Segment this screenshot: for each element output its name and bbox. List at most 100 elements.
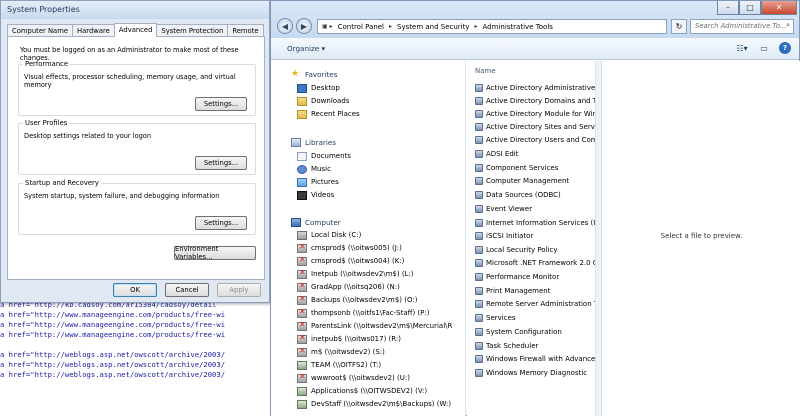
- list-item[interactable]: Windows Firewall with Advanced Security: [475, 353, 595, 364]
- nav-drive[interactable]: Inetpub (\\oitwsdev2\m$) (L:): [297, 268, 414, 280]
- user-profiles-settings-button[interactable]: Settings...: [195, 156, 247, 170]
- list-item[interactable]: System Configuration: [475, 326, 595, 337]
- column-header-name[interactable]: Name: [475, 67, 496, 75]
- nav-favorites[interactable]: ★ Favorites: [291, 68, 337, 80]
- disconnected-drive-icon: [297, 333, 307, 344]
- admin-tool-icon: [475, 109, 483, 118]
- nav-drive[interactable]: wwwroot$ (\\oitwsdev2) (U:): [297, 372, 410, 384]
- preview-pane-icon[interactable]: ▭: [757, 42, 771, 55]
- nav-music[interactable]: Music: [297, 163, 331, 175]
- recent-places-icon: [297, 109, 307, 119]
- admin-tool-icon: [475, 122, 483, 131]
- disconnected-drive-icon: [297, 346, 307, 357]
- nav-drive[interactable]: Backups (\\oitwsdev2\m$) (O:): [297, 294, 417, 306]
- documents-icon: [297, 151, 307, 161]
- nav-documents[interactable]: Documents: [297, 150, 351, 162]
- forward-arrow-icon[interactable]: ▶: [296, 18, 312, 34]
- view-options-icon[interactable]: ☷▾: [735, 42, 749, 55]
- disconnected-drive-icon: [297, 372, 307, 383]
- list-item[interactable]: Task Scheduler: [475, 340, 595, 351]
- list-item[interactable]: Microsoft .NET Framework 2.0 Configurati…: [475, 257, 595, 268]
- nav-drive[interactable]: m$ (\\oitwsdev2) (S:): [297, 346, 385, 358]
- list-item[interactable]: ADSI Edit: [475, 148, 595, 159]
- nav-drive[interactable]: DevStaff (\\oitwsdev2\m$\Backups) (W:): [297, 398, 451, 410]
- minimize-icon[interactable]: –: [717, 1, 739, 15]
- help-icon[interactable]: ?: [779, 42, 791, 54]
- list-item[interactable]: Performance Monitor: [475, 271, 595, 282]
- nav-local-disk[interactable]: Local Disk (C:): [297, 229, 361, 241]
- list-item[interactable]: Computer Management: [475, 175, 595, 186]
- list-item[interactable]: Active Directory Module for Windows Powe…: [475, 108, 595, 119]
- nav-label: Pictures: [311, 178, 339, 186]
- nav-libraries[interactable]: Libraries: [291, 136, 336, 148]
- breadcrumb-chevron-icon[interactable]: ▸: [475, 23, 478, 30]
- nav-label: GradApp (\\oitsq206) (N:): [311, 283, 400, 291]
- nav-label: DevStaff (\\oitwsdev2\m$\Backups) (W:): [311, 400, 452, 408]
- performance-settings-button[interactable]: Settings...: [195, 97, 247, 111]
- item-label: Print Management: [486, 286, 551, 295]
- nav-drive[interactable]: TEAM (\\OITFS2) (T:): [297, 359, 381, 371]
- network-drive-icon: [297, 360, 307, 370]
- back-arrow-icon[interactable]: ◀: [277, 18, 293, 34]
- nav-drive[interactable]: inetpub$ (\\oitws017) (R:): [297, 333, 401, 345]
- downloads-folder-icon: [297, 96, 307, 106]
- nav-pictures[interactable]: Pictures: [297, 176, 339, 188]
- nav-drive[interactable]: ParentsLink (\\oitwsdev2\m$\Mercurial\R: [297, 320, 452, 332]
- window-chrome: – □ ✕ ◀ ▶ ▣ ▸ Control Panel ▸ System and…: [271, 1, 799, 38]
- startup-recovery-settings-button[interactable]: Settings...: [195, 216, 247, 230]
- nav-drive[interactable]: cmsprod$ (\\oitws005) (J:): [297, 242, 402, 254]
- nav-label: Inetpub (\\oitwsdev2\m$) (L:): [311, 270, 414, 278]
- search-icon: ⌕: [786, 21, 790, 29]
- breadcrumb-admin-tools[interactable]: Administrative Tools: [483, 23, 553, 31]
- list-item[interactable]: Data Sources (ODBC): [475, 189, 595, 200]
- music-icon: [297, 164, 307, 174]
- nav-desktop[interactable]: Desktop: [297, 82, 340, 94]
- nav-recent-places[interactable]: Recent Places: [297, 108, 360, 120]
- list-item[interactable]: Internet Information Services (IIS) Mana…: [475, 217, 595, 228]
- star-icon: ★: [291, 68, 300, 79]
- list-item[interactable]: Print Management: [475, 285, 595, 296]
- breadcrumb-control-panel[interactable]: Control Panel: [338, 23, 384, 31]
- code-line: a href="http://weblogs.asp.net/owscott/a…: [0, 360, 226, 369]
- list-item[interactable]: Active Directory Users and Computers: [475, 134, 595, 145]
- nav-label: Applications$ (\\OITWSDEV2) (V:): [311, 387, 428, 395]
- nav-computer[interactable]: Computer: [291, 216, 341, 228]
- tab-advanced[interactable]: Advanced: [113, 23, 158, 37]
- nav-drive[interactable]: Applications$ (\\OITWSDEV2) (V:): [297, 385, 427, 397]
- cancel-button[interactable]: Cancel: [165, 283, 209, 297]
- environment-variables-button[interactable]: Environment Variables...: [174, 245, 256, 261]
- breadcrumb-system-security[interactable]: System and Security: [397, 23, 469, 31]
- nav-drive[interactable]: GradApp (\\oitsq206) (N:): [297, 281, 400, 293]
- list-item[interactable]: Event Viewer: [475, 203, 595, 214]
- organize-button[interactable]: Organize ▾: [287, 44, 325, 53]
- search-placeholder: Search Administrative To...: [695, 22, 787, 30]
- admin-tool-icon: [475, 135, 483, 144]
- list-item[interactable]: Active Directory Administrative Center: [475, 82, 595, 93]
- list-item[interactable]: Services: [475, 312, 595, 323]
- list-item[interactable]: Remote Server Administration Tools: [475, 298, 595, 309]
- breadcrumb-chevron-icon[interactable]: ▸: [389, 23, 392, 30]
- nav-drive[interactable]: thompsonb (\\oitfs1\Fac-Staff) (P:): [297, 307, 429, 319]
- list-item[interactable]: Active Directory Domains and Trusts: [475, 95, 595, 106]
- ok-button[interactable]: OK: [113, 283, 157, 297]
- list-item[interactable]: Windows Memory Diagnostic: [475, 367, 595, 378]
- computer-icon: [291, 217, 301, 227]
- search-input[interactable]: Search Administrative To... ⌕: [690, 19, 794, 34]
- performance-title: Performance: [23, 60, 71, 68]
- nav-videos[interactable]: Videos: [297, 189, 334, 201]
- address-bar[interactable]: ▣ ▸ Control Panel ▸ System and Security …: [317, 19, 667, 34]
- close-icon[interactable]: ✕: [761, 1, 797, 15]
- startup-recovery-title: Startup and Recovery: [23, 179, 101, 187]
- code-line: a href="http://www.manageengine.com/prod…: [0, 320, 226, 329]
- list-item[interactable]: Active Directory Sites and Services: [475, 121, 595, 132]
- list-item[interactable]: iSCSI Initiator: [475, 230, 595, 241]
- apply-button[interactable]: Apply: [217, 283, 261, 297]
- admin-tool-icon: [475, 368, 483, 377]
- nav-downloads[interactable]: Downloads: [297, 95, 349, 107]
- item-label: Task Scheduler: [486, 341, 539, 350]
- list-item[interactable]: Component Services: [475, 162, 595, 173]
- maximize-icon[interactable]: □: [739, 1, 761, 15]
- list-item[interactable]: Local Security Policy: [475, 244, 595, 255]
- refresh-icon[interactable]: ↻: [671, 19, 687, 34]
- nav-drive[interactable]: cmsprod$ (\\oitws004) (K:): [297, 255, 404, 267]
